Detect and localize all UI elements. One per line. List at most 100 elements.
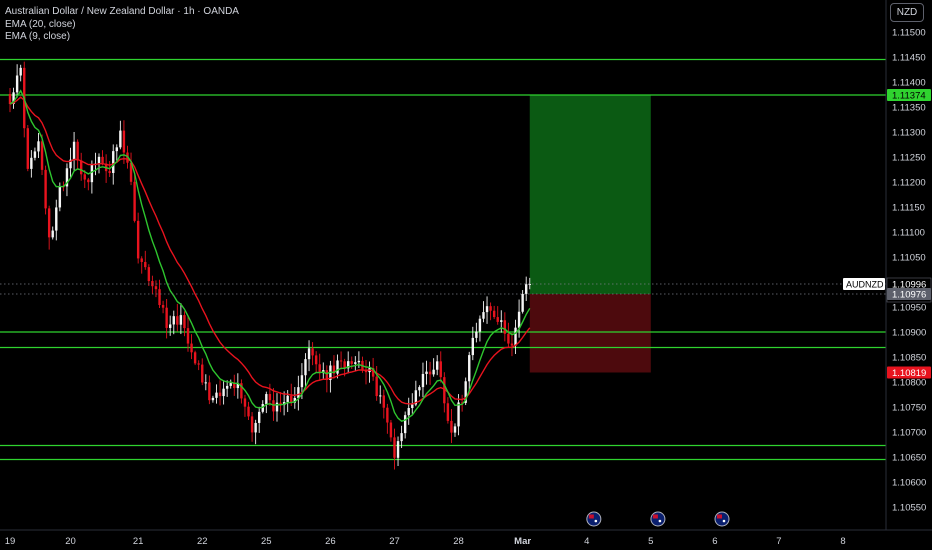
y-tick-label: 1.11250	[892, 153, 926, 164]
candle-body	[112, 151, 115, 173]
y-tick-label: 1.10800	[892, 378, 926, 389]
flag-circle	[714, 511, 730, 527]
candle-body	[265, 394, 268, 405]
candle-body	[485, 306, 489, 313]
candle-body	[243, 398, 247, 407]
candle-body	[87, 179, 90, 183]
candle-body	[510, 343, 514, 346]
candle-body	[250, 416, 254, 433]
candle-body	[208, 382, 211, 401]
candle-body	[471, 337, 474, 356]
profit-zone[interactable]	[529, 95, 651, 294]
y-tick-label: 1.10850	[892, 353, 926, 364]
x-tick-label: 21	[133, 536, 144, 547]
candle-body	[350, 361, 353, 364]
ema20-legend[interactable]: EMA (20, close)	[5, 19, 239, 32]
candle-body	[286, 395, 289, 403]
ema9-legend[interactable]: EMA (9, close)	[5, 31, 239, 44]
candle-body	[115, 147, 118, 152]
candle-body	[304, 359, 307, 376]
entry-price-label: 1.10976	[892, 290, 926, 301]
x-tick-label: 19	[5, 536, 16, 547]
candle-body	[215, 392, 218, 398]
candle-body	[122, 130, 126, 153]
y-tick-label: 1.11400	[892, 78, 926, 89]
candle-body	[158, 289, 161, 306]
candle-body	[47, 208, 51, 238]
candle-body	[76, 141, 79, 161]
candle-body	[500, 320, 503, 322]
candle-body	[396, 441, 400, 458]
y-tick-label: 1.10600	[892, 478, 926, 489]
x-tick-label: 7	[776, 536, 781, 547]
candle-body	[193, 352, 197, 364]
candle-body	[26, 128, 29, 169]
candle-body	[144, 261, 147, 268]
candle-body	[336, 360, 339, 374]
y-tick-label: 1.11200	[892, 178, 926, 189]
event-flag-icon[interactable]	[586, 511, 602, 527]
candle-body	[222, 388, 225, 397]
candle-body	[72, 141, 76, 160]
candle-body	[379, 395, 382, 397]
candle-body	[428, 371, 432, 375]
x-tick-label: 4	[584, 536, 589, 547]
x-tick-label: 25	[261, 536, 272, 547]
candle-body	[489, 306, 492, 311]
candle-body	[169, 324, 172, 328]
candle-body	[183, 315, 186, 329]
candle-body	[197, 363, 200, 365]
candle[interactable]	[26, 125, 29, 172]
event-flag-icon[interactable]	[714, 511, 730, 527]
candle-body	[161, 305, 165, 308]
candle-body	[407, 408, 410, 416]
candle-body	[80, 160, 83, 175]
flag-union	[652, 514, 658, 519]
candle-body	[19, 67, 22, 76]
currency-button[interactable]: NZD	[890, 3, 924, 22]
candle-body	[436, 361, 439, 370]
candle-body	[403, 415, 407, 434]
candle-body	[311, 348, 314, 356]
candle-body	[521, 293, 524, 312]
candle-body	[218, 392, 222, 397]
y-tick-label: 1.10750	[892, 403, 926, 414]
flag-circle	[586, 511, 602, 527]
loss-zone[interactable]	[529, 294, 651, 373]
symbol-tag-label: AUDNZD	[846, 280, 884, 290]
y-tick-label: 1.10900	[892, 328, 926, 339]
candle-body	[375, 376, 378, 397]
candle-body	[468, 355, 471, 382]
y-tick-label: 1.10550	[892, 503, 926, 514]
symbol-title[interactable]: Australian Dollar / New Zealand Dollar ·…	[5, 6, 239, 19]
candle-body	[165, 307, 168, 328]
candle-body	[450, 420, 453, 433]
candle-body	[51, 230, 54, 238]
candle[interactable]	[193, 350, 197, 366]
candle-body	[179, 315, 183, 325]
stop-price-label: 1.10819	[892, 368, 926, 379]
candle-body	[30, 157, 33, 169]
candle-body	[314, 355, 318, 365]
candle-body	[154, 286, 158, 290]
candle-body	[514, 327, 517, 346]
x-tick-label: 8	[840, 536, 845, 547]
price-chart[interactable]: 1.11500 1.11450 1.11400 1.11350 1.11300 1.112…	[0, 0, 932, 550]
y-tick-label: 1.11300	[892, 128, 926, 139]
x-tick-label: 5	[648, 536, 653, 547]
candle-body	[503, 320, 507, 334]
x-tick-label: 26	[325, 536, 336, 547]
y-tick-label: 1.11450	[892, 53, 926, 64]
candle-body	[418, 387, 421, 391]
candle-body	[268, 394, 272, 401]
candle-body	[393, 437, 396, 458]
y-tick-label: 1.10700	[892, 428, 926, 439]
candle-body	[254, 422, 257, 433]
candle[interactable]	[44, 165, 47, 215]
event-flag-icon[interactable]	[650, 511, 666, 527]
candle-body	[119, 130, 122, 148]
candle-body	[172, 316, 175, 325]
flag-star	[658, 519, 662, 523]
candle-body	[101, 156, 104, 164]
x-tick-label: 27	[389, 536, 400, 547]
